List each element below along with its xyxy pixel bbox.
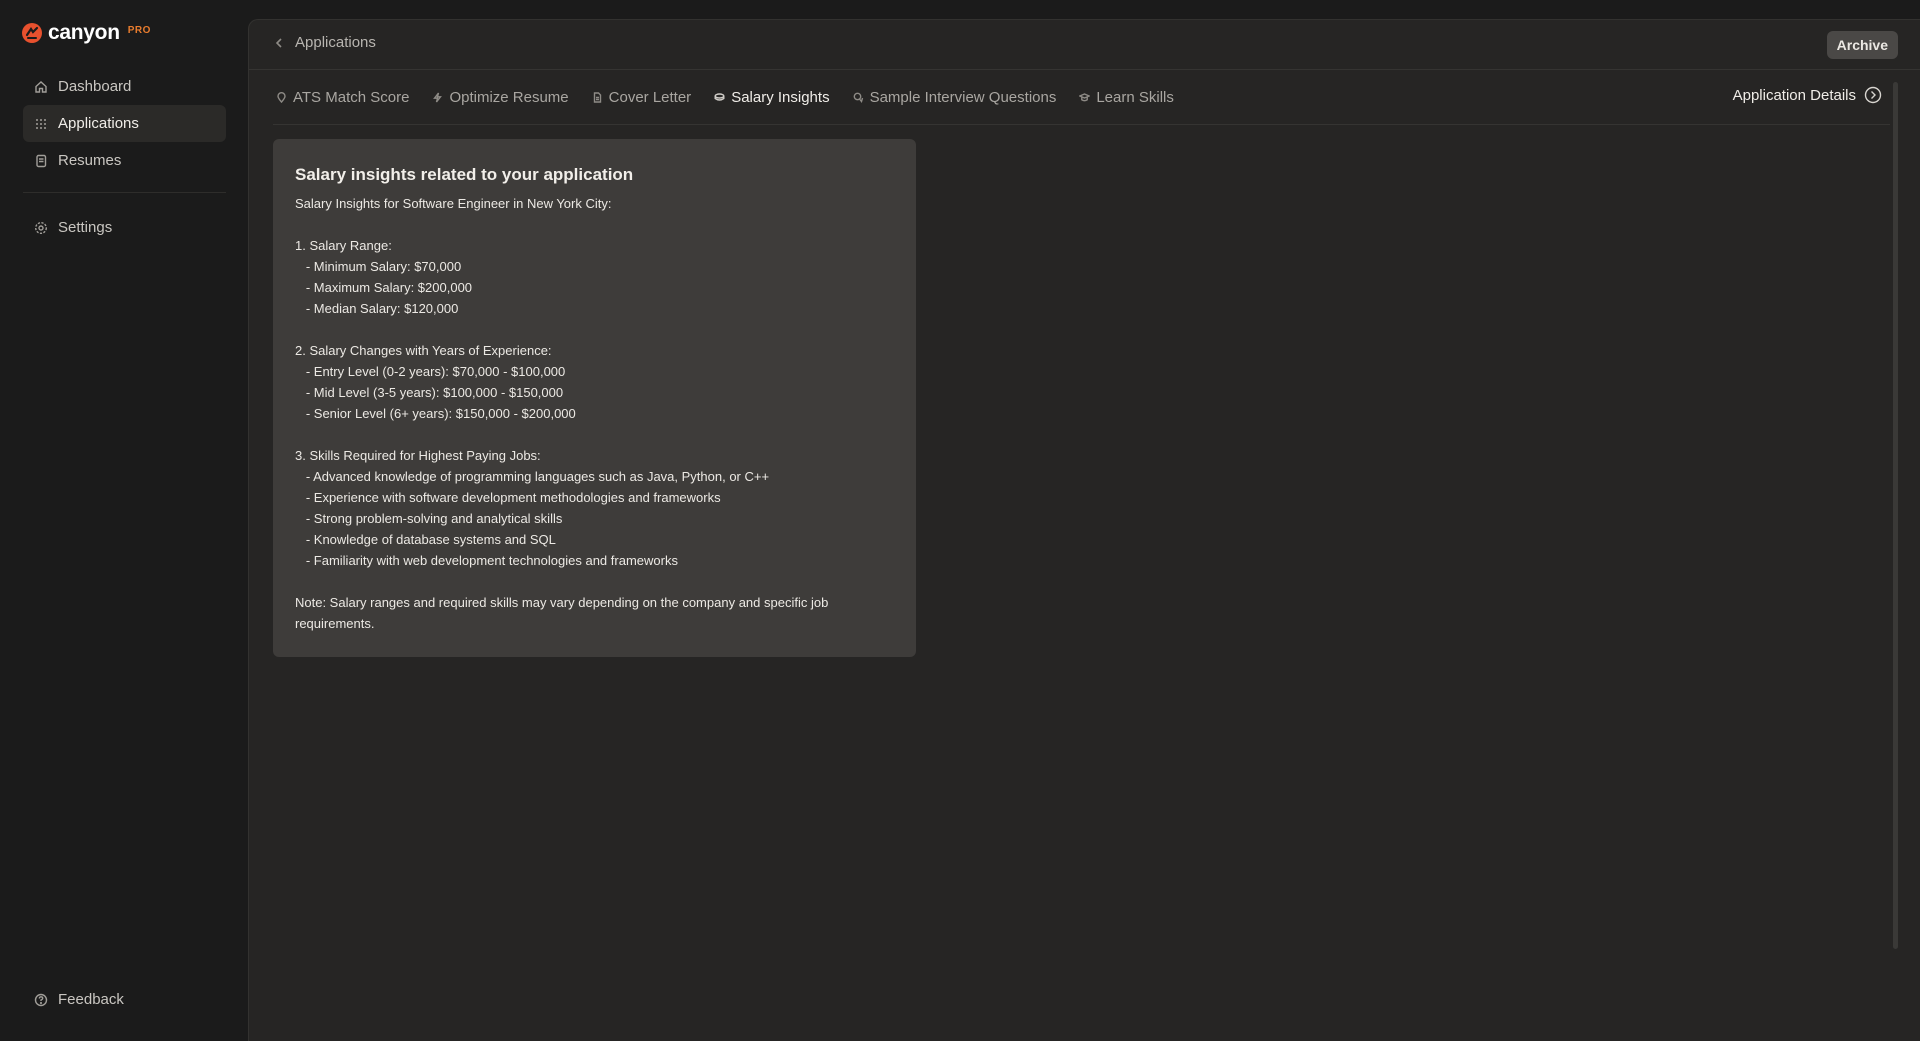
grid-icon (34, 117, 48, 131)
sidebar-item-label: Dashboard (58, 78, 132, 95)
tab-learn-skills[interactable]: Learn Skills (1076, 70, 1177, 125)
chevron-left-icon (275, 37, 282, 48)
tab-label: Learn Skills (1096, 89, 1174, 106)
sidebar-item-settings[interactable]: Settings (23, 209, 226, 246)
tab-label: Sample Interview Questions (869, 89, 1057, 106)
scrollbar[interactable] (1893, 82, 1898, 949)
sidebar-item-label: Settings (58, 219, 113, 236)
archive-button[interactable]: Archive (1826, 31, 1898, 59)
sidebar: canyon PRO Dashboard Applications Resume… (0, 0, 248, 1041)
feedback-section: Feedback (23, 981, 226, 1018)
tab-divider (273, 124, 1890, 125)
chat-icon (853, 92, 863, 103)
sidebar-item-label: Resumes (58, 152, 122, 169)
pro-badge: PRO (127, 25, 151, 36)
tab-label: Cover Letter (608, 89, 692, 106)
tab-cover-letter[interactable]: Cover Letter (589, 70, 695, 125)
lightning-icon (433, 92, 443, 103)
help-icon (34, 993, 48, 1007)
top-bar: Applications Archive (249, 20, 1920, 70)
tab-label: ATS Match Score (293, 89, 410, 106)
canyon-logo-icon (22, 23, 42, 43)
card-title: Salary insights related to your applicat… (295, 165, 634, 184)
file-icon (593, 92, 601, 103)
sidebar-nav: Dashboard Applications Resumes Settings (23, 68, 226, 246)
tab-salary-insights[interactable]: Salary Insights (711, 70, 833, 125)
money-icon (714, 93, 725, 101)
tab-ats-match-score[interactable]: ATS Match Score (273, 70, 412, 125)
salary-insights-card: Salary insights related to your applicat… (273, 139, 916, 657)
sidebar-item-label: Applications (58, 115, 139, 132)
sidebar-item-feedback[interactable]: Feedback (23, 981, 226, 1018)
main-panel: Applications Archive ATS Match Score Opt… (248, 19, 1920, 1041)
sidebar-divider (23, 192, 226, 193)
tab-optimize-resume[interactable]: Optimize Resume (429, 70, 571, 125)
salary-insights-text: Salary Insights for Software Engineer in… (295, 196, 829, 631)
sidebar-item-resumes[interactable]: Resumes (23, 142, 226, 179)
breadcrumb: Applications (295, 34, 376, 51)
back-link[interactable]: Applications (273, 34, 376, 51)
pin-icon (277, 92, 286, 103)
brand-name: canyon (48, 21, 120, 44)
tab-sample-interview-questions[interactable]: Sample Interview Questions (850, 70, 1060, 125)
tab-bar: ATS Match Score Optimize Resume Cover Le… (273, 70, 1194, 125)
sidebar-item-label: Feedback (58, 991, 124, 1008)
chevron-right-circle-icon (1864, 86, 1882, 104)
application-details-label: Application Details (1732, 86, 1856, 104)
tab-label: Salary Insights (731, 89, 830, 106)
graduation-cap-icon (1079, 93, 1091, 102)
sidebar-item-applications[interactable]: Applications (23, 105, 226, 142)
document-icon (34, 154, 48, 168)
home-icon (34, 80, 48, 94)
sidebar-item-dashboard[interactable]: Dashboard (23, 68, 226, 105)
tab-label: Optimize Resume (449, 89, 569, 106)
gear-icon (34, 221, 48, 235)
brand-logo[interactable]: canyon PRO (22, 21, 151, 45)
application-details-link[interactable]: Application Details (1733, 86, 1882, 104)
